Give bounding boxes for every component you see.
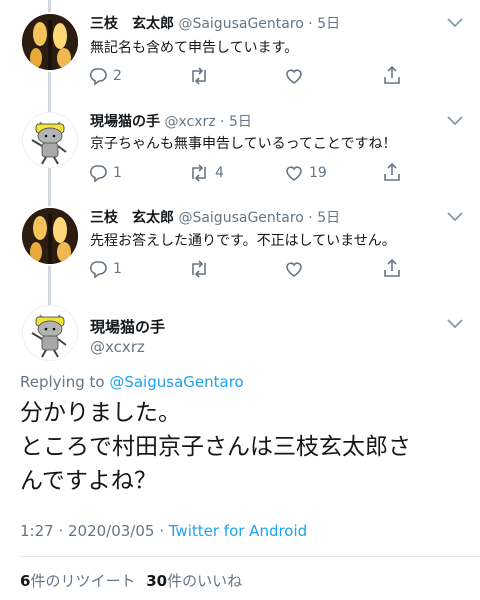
user-handle[interactable]: @xcxrz (90, 338, 145, 356)
tweet-header: 三枝 玄太郎 @SaigusaGentaro · 5日 (90, 13, 340, 33)
retweet-count: 6 (20, 572, 31, 590)
reply-count: 1 (113, 261, 122, 277)
reply-icon (89, 165, 107, 183)
chevron-down-icon[interactable] (446, 115, 464, 127)
chevron-down-icon[interactable] (446, 17, 464, 29)
chevron-down-icon[interactable] (446, 318, 464, 330)
like-icon (286, 69, 302, 84)
separator: · (215, 114, 229, 130)
retweet-icon (192, 67, 206, 85)
timestamp: 1:27 · 2020/03/05 · (20, 522, 169, 540)
replying-to: Replying to @SaigusaGentaro (20, 373, 244, 391)
avatar[interactable] (22, 208, 78, 264)
avatar[interactable] (22, 112, 78, 168)
tweet-header: 現場猫の手 @xcxrz · 5日 (90, 111, 252, 131)
timestamp[interactable]: 5日 (317, 210, 340, 226)
chevron-down-icon[interactable] (446, 211, 464, 223)
share-button[interactable] (382, 258, 402, 278)
reply-icon (89, 261, 107, 279)
reply-count: 2 (113, 68, 122, 84)
thread-line (48, 168, 51, 206)
tweet-meta: 1:27 · 2020/03/05 · Twitter for Android (20, 522, 307, 540)
retweet-icon (192, 164, 206, 182)
tweet-text: 分かりました。 ところで村田京子さんは三枝玄太郎さ んですよね？ (20, 396, 411, 498)
share-icon (384, 258, 400, 277)
thread-line (48, 266, 51, 306)
retweet-button[interactable] (188, 259, 215, 279)
retweet-button[interactable]: 4 (188, 163, 224, 183)
retweets-stat[interactable]: 6件のリツイート (20, 572, 135, 590)
separator: · (303, 210, 318, 226)
tweet-text: 京子ちゃんも無事申告しているってことですね！ (90, 136, 397, 152)
replying-prefix: Replying to (20, 373, 110, 391)
retweet-button[interactable] (188, 66, 215, 86)
avatar[interactable] (22, 14, 78, 70)
reply-icon (89, 68, 107, 86)
like-icon (286, 262, 302, 277)
tweet-text: 先程お答えした通りです。不正はしていません。 (90, 233, 396, 249)
like-button[interactable] (284, 259, 309, 279)
tweet-text-line: 分かりました。 (20, 400, 181, 426)
display-name[interactable]: 現場猫の手 (90, 316, 165, 337)
share-icon (384, 65, 400, 84)
share-button[interactable] (382, 65, 402, 85)
replying-to-link[interactable]: @SaigusaGentaro (109, 373, 243, 391)
retweet-count: 4 (215, 165, 224, 181)
tweet-text-line: んですよね？ (20, 468, 157, 494)
tweet-header: 三枝 玄太郎 @SaigusaGentaro · 5日 (90, 207, 340, 227)
like-button[interactable]: 19 (284, 163, 327, 183)
display-name[interactable]: 三枝 玄太郎 (90, 210, 174, 226)
tweet-text-line: ところで村田京子さんは三枝玄太郎さ (20, 434, 411, 460)
retweet-icon (192, 260, 206, 278)
share-button[interactable] (382, 162, 402, 182)
user-handle[interactable]: @SaigusaGentaro (178, 210, 303, 226)
avatar[interactable] (22, 305, 78, 361)
like-icon (286, 166, 302, 181)
user-handle[interactable]: @SaigusaGentaro (178, 16, 303, 32)
reply-button[interactable]: 2 (88, 66, 122, 86)
tweet-stats: 6件のリツイート 30件のいいね (20, 570, 242, 591)
timestamp[interactable]: 5日 (317, 16, 340, 32)
reply-button[interactable]: 1 (88, 259, 122, 279)
like-label: 件のいいね (167, 572, 243, 590)
like-button[interactable] (284, 66, 309, 86)
likes-stat[interactable]: 30件のいいね (146, 572, 242, 590)
retweet-label: 件のリツイート (30, 572, 136, 590)
display-name[interactable]: 現場猫の手 (90, 114, 160, 130)
thread-line (48, 72, 51, 114)
timestamp[interactable]: 5日 (229, 114, 252, 130)
source-link[interactable]: Twitter for Android (169, 522, 307, 540)
reply-count: 1 (113, 165, 122, 181)
thread-line (48, 0, 51, 12)
user-handle[interactable]: @xcxrz (164, 114, 215, 130)
reply-button[interactable]: 1 (88, 163, 122, 183)
like-count: 19 (309, 165, 327, 181)
divider (20, 556, 480, 557)
like-count: 30 (146, 572, 168, 590)
display-name[interactable]: 三枝 玄太郎 (90, 16, 174, 32)
share-icon (384, 162, 400, 181)
tweet-text: 無記名も含めて申告しています。 (90, 40, 299, 56)
separator: · (303, 16, 318, 32)
